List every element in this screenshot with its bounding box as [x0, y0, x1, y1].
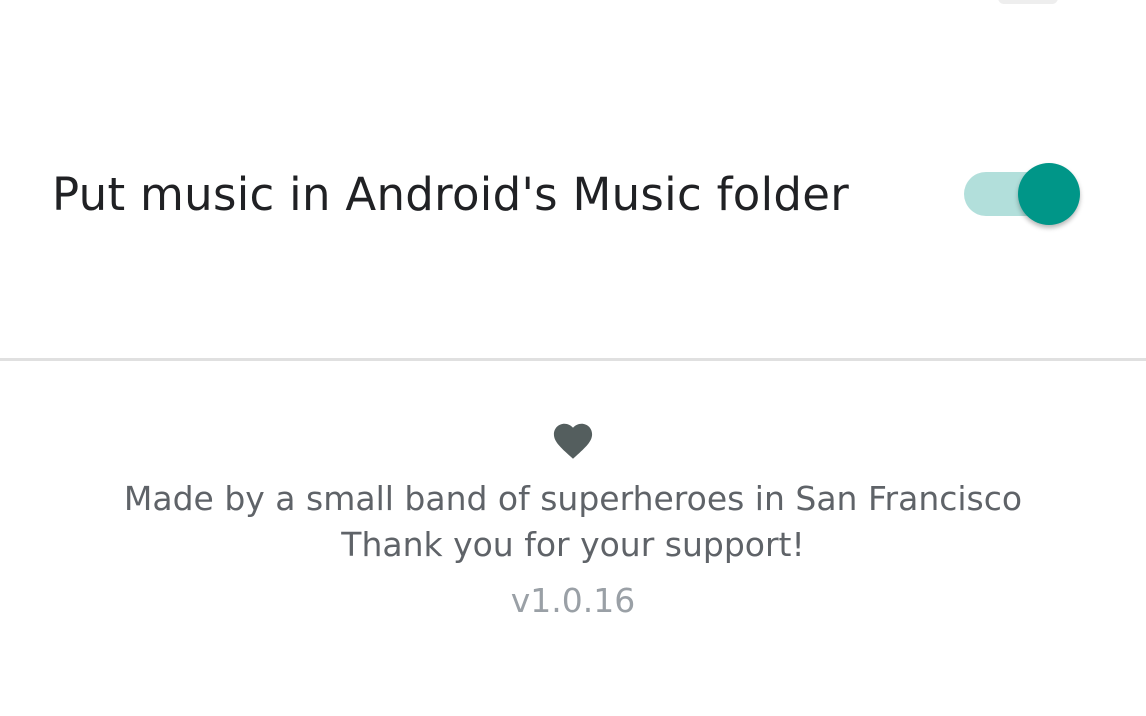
heart-icon [550, 418, 596, 460]
divider [0, 358, 1146, 361]
footer-thanks-text: Thank you for your support! [341, 525, 805, 564]
music-folder-toggle[interactable] [964, 163, 1088, 227]
music-folder-setting-row[interactable]: Put music in Android's Music folder [0, 130, 1146, 260]
settings-screen: Put music in Android's Music folder Made… [0, 0, 1146, 716]
music-folder-setting-label: Put music in Android's Music folder [52, 168, 850, 221]
footer-credit-text: Made by a small band of superheroes in S… [123, 479, 1023, 518]
footer: Made by a small band of superheroes in S… [0, 418, 1146, 624]
app-version: v1.0.16 [510, 581, 636, 620]
partial-control-top [998, 0, 1058, 4]
toggle-thumb [1018, 163, 1080, 225]
